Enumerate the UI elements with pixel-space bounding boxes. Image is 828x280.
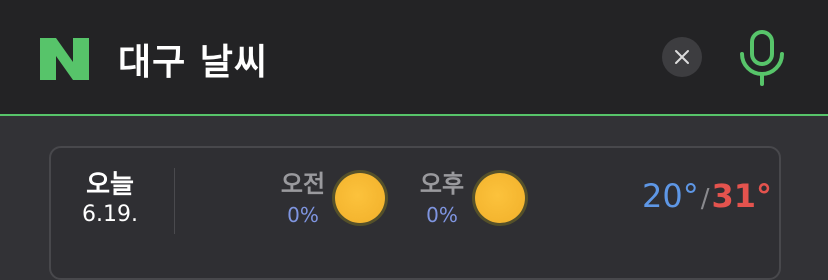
low-temperature: 20° bbox=[642, 177, 699, 215]
afternoon-rain-chance: 0% bbox=[426, 203, 458, 227]
morning-rain-chance: 0% bbox=[287, 203, 319, 227]
day-label: 오늘 bbox=[86, 170, 134, 200]
morning-sunny-icon bbox=[335, 173, 385, 223]
close-icon bbox=[675, 50, 689, 64]
day-block: 오늘 6.19. bbox=[60, 170, 160, 230]
morning-label: 오전 bbox=[280, 170, 326, 198]
naver-logo-icon[interactable] bbox=[40, 38, 90, 80]
afternoon-sunny-icon bbox=[475, 173, 525, 223]
temperature-separator: / bbox=[700, 184, 710, 214]
morning-forecast: 오전 0% bbox=[273, 168, 333, 230]
voice-search-button[interactable] bbox=[738, 30, 786, 86]
day-date: 6.19. bbox=[82, 202, 138, 227]
search-query[interactable]: 대구 날씨 bbox=[118, 33, 268, 85]
temperature-range: 20°/31° bbox=[642, 176, 772, 219]
microphone-icon bbox=[740, 30, 784, 86]
afternoon-label: 오후 bbox=[419, 170, 465, 198]
search-bar: 대구 날씨 bbox=[0, 0, 828, 116]
divider bbox=[174, 168, 175, 234]
high-temperature: 31° bbox=[711, 177, 773, 215]
afternoon-forecast: 오후 0% bbox=[412, 168, 472, 230]
clear-search-button[interactable] bbox=[662, 37, 702, 77]
